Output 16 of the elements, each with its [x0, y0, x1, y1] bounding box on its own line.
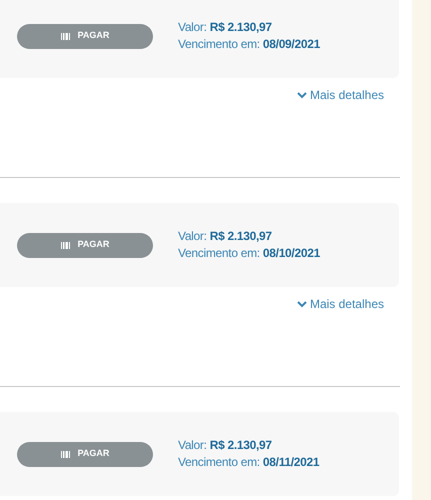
- details-link[interactable]: Mais detalhes: [296, 87, 384, 103]
- due-date-text: Vencimento em: 08/10/2021: [178, 245, 320, 262]
- pay-button[interactable]: PAGAR: [17, 24, 153, 48]
- pay-button[interactable]: PAGAR: [17, 442, 153, 466]
- barcode-icon: [60, 32, 70, 40]
- amount-text: Valor: R$ 2.130,97: [178, 19, 273, 36]
- amount-text: Valor: R$ 2.130,97: [178, 228, 273, 245]
- details-link[interactable]: Mais detalhes: [296, 296, 384, 312]
- chevron-down-icon: [296, 300, 307, 308]
- amount-text: Valor: R$ 2.130,97: [178, 437, 273, 454]
- due-date-text: Vencimento em: 08/09/2021: [178, 36, 320, 53]
- due-date-text: Vencimento em: 08/11/2021: [178, 454, 320, 471]
- barcode-icon: [60, 450, 70, 458]
- barcode-icon: [60, 242, 70, 248]
- chevron-down-icon: [296, 92, 307, 98]
- pay-button[interactable]: PAGAR: [17, 232, 153, 258]
